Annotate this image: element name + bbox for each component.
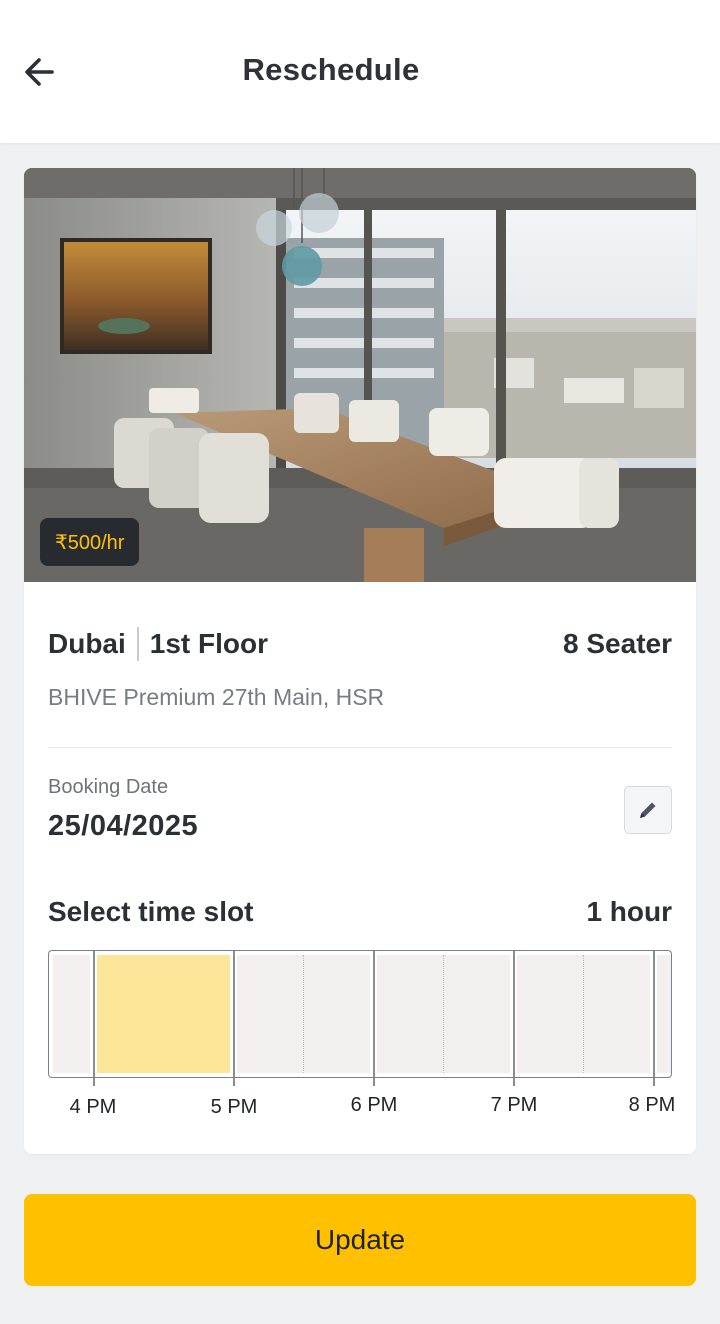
edit-date-button[interactable] bbox=[624, 786, 672, 834]
half-hour-divider bbox=[303, 955, 304, 1073]
hour-divider bbox=[233, 951, 235, 1077]
room-floor: 1st Floor bbox=[149, 628, 269, 659]
update-button[interactable]: Update bbox=[24, 1194, 696, 1286]
hour-label: 5 PM bbox=[210, 1096, 258, 1118]
hour-divider bbox=[373, 951, 375, 1077]
room-info-row: Dubai 1st Floor 8 Seater bbox=[48, 624, 672, 664]
price-badge: ₹500/hr bbox=[40, 518, 140, 566]
timeline-tick bbox=[373, 1078, 375, 1086]
room-address: BHIVE Premium 27th Main, HSR bbox=[48, 684, 385, 710]
room-card: ₹500/hr Dubai 1st Floor 8 Seater BHIVE P… bbox=[24, 168, 696, 1154]
room-photo: ₹500/hr bbox=[24, 168, 696, 582]
time-slot-8pm[interactable] bbox=[657, 955, 671, 1073]
half-hour-divider bbox=[443, 955, 444, 1073]
slot-duration: 1 hour bbox=[586, 896, 672, 927]
hour-label: 7 PM bbox=[490, 1094, 538, 1116]
section-divider bbox=[48, 747, 672, 748]
title-divider bbox=[136, 627, 139, 661]
hour-divider bbox=[653, 951, 655, 1077]
time-slot-timeline bbox=[48, 950, 672, 1078]
half-hour-divider bbox=[583, 955, 584, 1073]
time-slot-header: Select time slot 1 hour bbox=[48, 892, 672, 932]
timeline-tick bbox=[233, 1078, 235, 1086]
booking-date-label: Booking Date bbox=[48, 776, 169, 798]
room-title: Dubai 1st Floor bbox=[48, 627, 268, 661]
timeline-tick bbox=[513, 1078, 515, 1086]
hour-divider bbox=[93, 951, 95, 1077]
hour-label: 8 PM bbox=[628, 1094, 676, 1116]
booking-date-value: 25/04/2025 bbox=[48, 810, 199, 842]
room-name: Dubai bbox=[48, 628, 126, 659]
page-title: Reschedule bbox=[242, 52, 420, 87]
hour-label: 4 PM bbox=[69, 1096, 117, 1118]
hour-divider bbox=[513, 951, 515, 1077]
time-slot-before-4pm[interactable] bbox=[53, 955, 90, 1073]
app-header: Reschedule bbox=[0, 0, 720, 143]
pencil-icon bbox=[640, 802, 656, 818]
time-slot-4pm[interactable] bbox=[97, 955, 230, 1073]
timeline-tick bbox=[93, 1078, 95, 1086]
room-capacity: 8 Seater bbox=[563, 628, 672, 659]
timeline-tick bbox=[653, 1078, 655, 1086]
time-slot-title: Select time slot bbox=[48, 896, 254, 927]
hour-label: 6 PM bbox=[350, 1094, 398, 1116]
